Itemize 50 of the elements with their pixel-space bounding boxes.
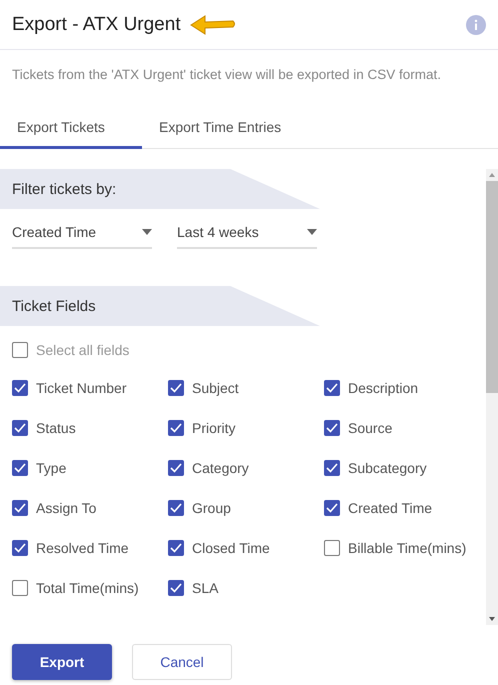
checkbox[interactable] bbox=[12, 342, 28, 358]
dropdown[interactable]: Created Time bbox=[12, 221, 152, 249]
checkbox[interactable] bbox=[12, 420, 28, 436]
section-heading: Ticket Fields bbox=[0, 286, 320, 326]
checkbox-label: Subject bbox=[192, 380, 239, 396]
dropdown[interactable]: Last 4 weeks bbox=[177, 221, 317, 249]
checkbox[interactable] bbox=[168, 420, 184, 436]
description-text: Tickets from the 'ATX Urgent' ticket view will be exported in CSV format. bbox=[11, 66, 442, 84]
checkbox[interactable] bbox=[12, 540, 28, 556]
scrollbar-thumb[interactable] bbox=[486, 181, 498, 393]
checkbox[interactable] bbox=[168, 540, 184, 556]
checkbox-label: Source bbox=[348, 420, 392, 436]
checkbox-label: Ticket Number bbox=[36, 380, 127, 396]
checkbox[interactable] bbox=[324, 540, 340, 556]
checkbox[interactable] bbox=[168, 580, 184, 596]
checkbox-label: Assign To bbox=[36, 500, 96, 516]
tab[interactable]: Export Time Entries bbox=[142, 108, 298, 149]
checkbox[interactable] bbox=[12, 500, 28, 516]
section-heading: Filter tickets by: bbox=[0, 169, 320, 209]
export-button[interactable]: Export bbox=[12, 644, 112, 680]
checkbox[interactable] bbox=[324, 420, 340, 436]
checkbox-label: Description bbox=[348, 380, 418, 396]
checkbox-label: Status bbox=[36, 420, 76, 436]
checkbox-label: Select all fields bbox=[36, 342, 130, 358]
checkbox[interactable] bbox=[324, 380, 340, 396]
tab[interactable]: Export Tickets bbox=[0, 108, 142, 149]
checkbox-label: SLA bbox=[192, 580, 218, 596]
checkbox-label: Group bbox=[192, 500, 231, 516]
checkbox[interactable] bbox=[168, 380, 184, 396]
checkbox[interactable] bbox=[12, 580, 28, 596]
dialog-title: Export - ATX Urgent bbox=[12, 14, 181, 36]
checkbox[interactable] bbox=[168, 500, 184, 516]
checkbox[interactable] bbox=[324, 500, 340, 516]
checkbox-label: Closed Time bbox=[192, 540, 270, 556]
checkbox-label: Resolved Time bbox=[36, 540, 129, 556]
checkbox-label: Subcategory bbox=[348, 460, 427, 476]
checkbox[interactable] bbox=[168, 460, 184, 476]
checkbox[interactable] bbox=[12, 460, 28, 476]
cancel-button[interactable]: Cancel bbox=[132, 644, 232, 680]
checkbox-label: Total Time(mins) bbox=[36, 580, 139, 596]
caret-icon bbox=[142, 229, 152, 235]
checkbox-label: Priority bbox=[192, 420, 236, 436]
checkbox-label: Billable Time(mins) bbox=[348, 540, 466, 556]
checkbox[interactable] bbox=[12, 380, 28, 396]
checkbox-label: Category bbox=[192, 460, 249, 476]
checkbox[interactable] bbox=[324, 460, 340, 476]
checkbox-label: Created Time bbox=[348, 500, 432, 516]
caret-icon bbox=[307, 229, 317, 235]
checkbox-label: Type bbox=[36, 460, 66, 476]
scrollbar[interactable] bbox=[486, 169, 498, 625]
